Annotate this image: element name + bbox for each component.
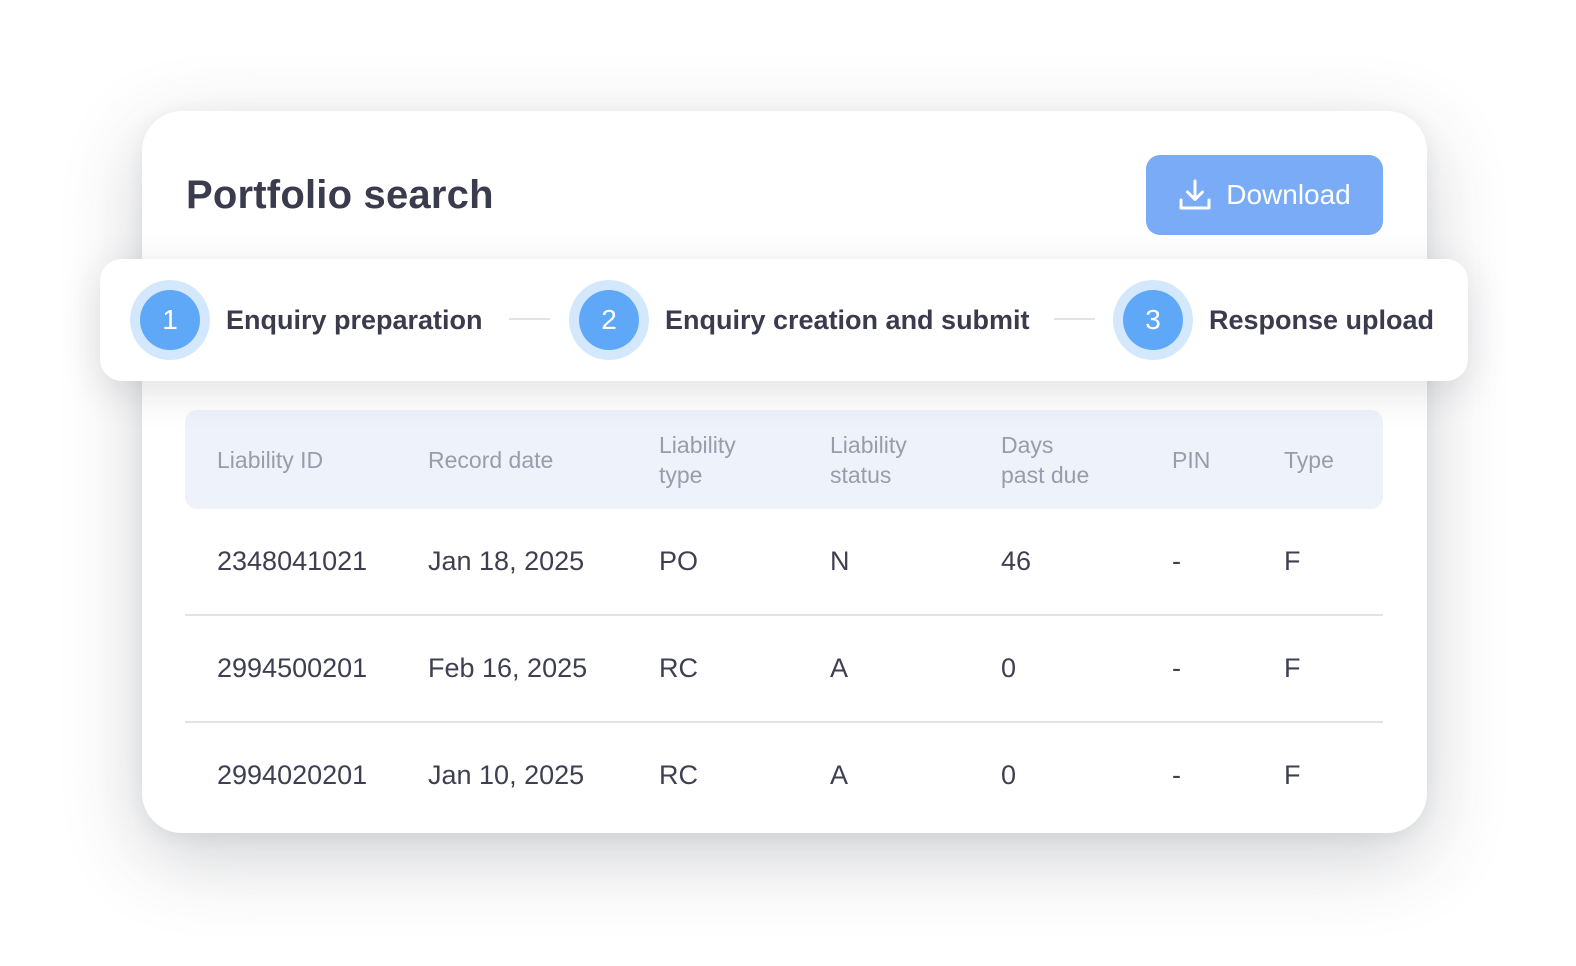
column-header-liability-id[interactable]: Liability ID — [217, 410, 323, 509]
cell-pin: - — [1172, 653, 1181, 683]
cell-liability-status: N — [830, 546, 850, 576]
step-number: 3 — [1123, 290, 1183, 350]
cell-pin: - — [1172, 760, 1181, 790]
download-button[interactable]: Download — [1146, 155, 1383, 235]
cell-days-past-due: 46 — [1001, 546, 1032, 576]
step-number-badge: 2 — [569, 280, 649, 360]
cell-liability-id: 2348041021 — [217, 546, 368, 576]
cell-record-date: Jan 18, 2025 — [428, 546, 585, 576]
cell-liability-id: 2994500201 — [217, 653, 368, 683]
cell-days-past-due: 0 — [1001, 760, 1017, 790]
table-header: Liability ID Record date Liability type L… — [185, 410, 1383, 509]
cell-days-past-due: 0 — [1001, 653, 1017, 683]
cell-type: F — [1284, 760, 1301, 790]
liability-table: Liability ID Record date Liability type L… — [185, 410, 1383, 828]
cell-type: F — [1284, 653, 1301, 683]
column-header-days-past-due[interactable]: Days past due — [1001, 410, 1089, 509]
step-divider — [1054, 318, 1095, 320]
step-number: 2 — [579, 290, 639, 350]
step-label: Enquiry preparation — [226, 304, 483, 335]
table-row[interactable]: 2994020201 Jan 10, 2025 RC A 0 - F — [185, 723, 1383, 828]
column-header-type[interactable]: Type — [1284, 410, 1334, 509]
cell-liability-id: 2994020201 — [217, 760, 368, 790]
progress-stepper: 1 Enquiry preparation 2 Enquiry creation… — [100, 259, 1468, 381]
step-enquiry-creation-and-submit[interactable]: 2 Enquiry creation and submit — [569, 259, 1030, 381]
download-icon — [1178, 178, 1212, 212]
step-label: Enquiry creation and submit — [665, 304, 1030, 335]
cell-liability-status: A — [830, 760, 849, 790]
column-header-liability-status[interactable]: Liability status — [830, 410, 907, 509]
cell-liability-type: RC — [659, 653, 698, 683]
cell-liability-status: A — [830, 653, 849, 683]
step-label: Response upload — [1209, 304, 1435, 335]
step-number: 1 — [140, 290, 200, 350]
table-row[interactable]: 2348041021 Jan 18, 2025 PO N 46 - F — [185, 509, 1383, 616]
page-title: Portfolio search — [186, 173, 494, 217]
step-divider — [509, 318, 550, 320]
cell-record-date: Feb 16, 2025 — [428, 653, 588, 683]
cell-liability-type: PO — [659, 546, 699, 576]
step-enquiry-preparation[interactable]: 1 Enquiry preparation — [130, 259, 483, 381]
cell-pin: - — [1172, 546, 1181, 576]
cell-liability-type: RC — [659, 760, 698, 790]
portfolio-search-card: Portfolio search Download Liability ID R… — [142, 111, 1427, 833]
cell-record-date: Jan 10, 2025 — [428, 760, 585, 790]
download-button-label: Download — [1226, 179, 1351, 210]
step-number-badge: 3 — [1113, 280, 1193, 360]
stage: Portfolio search Download Liability ID R… — [0, 0, 1576, 966]
step-response-upload[interactable]: 3 Response upload — [1113, 259, 1434, 381]
column-header-liability-type[interactable]: Liability type — [659, 410, 736, 509]
step-number-badge: 1 — [130, 280, 210, 360]
table-row[interactable]: 2994500201 Feb 16, 2025 RC A 0 - F — [185, 616, 1383, 723]
column-header-record-date[interactable]: Record date — [428, 410, 553, 509]
cell-type: F — [1284, 546, 1301, 576]
column-header-pin[interactable]: PIN — [1172, 410, 1210, 509]
